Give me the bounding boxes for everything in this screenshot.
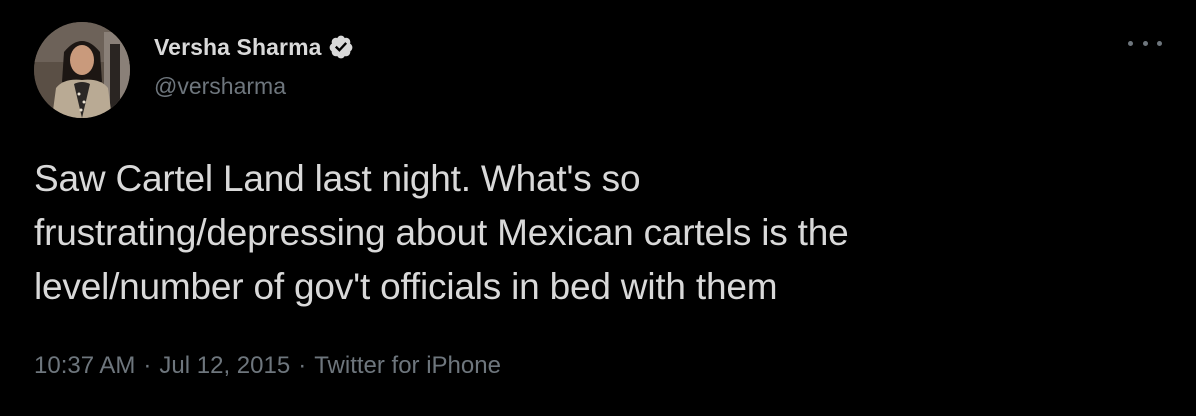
profile-photo-icon [34,22,130,118]
name-row: Versha Sharma [154,32,354,62]
tweet-text-line: frustrating/depressing about Mexican car… [34,212,849,253]
meta-separator: · [143,352,152,379]
tweet-date[interactable]: Jul 12, 2015 [159,352,290,379]
tweet-time[interactable]: 10:37 AM [34,352,135,379]
tweet-metadata: 10:37 AM · Jul 12, 2015 · Twitter for iPhone [34,352,501,380]
more-options-icon[interactable] [1128,30,1162,56]
more-dot [1157,40,1162,46]
meta-separator: · [298,352,307,379]
tweet-text-line: level/number of gov't officials in bed w… [34,266,778,307]
tweet-text-line: Saw Cartel Land last night. What's so [34,158,641,199]
verified-badge-icon [328,34,354,60]
more-dot [1128,40,1133,46]
user-handle[interactable]: @versharma [154,73,286,100]
tweet-client[interactable]: Twitter for iPhone [314,352,501,379]
tweet-card: Versha Sharma @versharma Saw Cartel Land… [0,0,1196,416]
avatar[interactable] [34,22,130,118]
tweet-text: Saw Cartel Land last night. What's so fr… [34,152,1154,314]
more-dot [1142,40,1148,46]
display-name[interactable]: Versha Sharma [154,34,322,61]
